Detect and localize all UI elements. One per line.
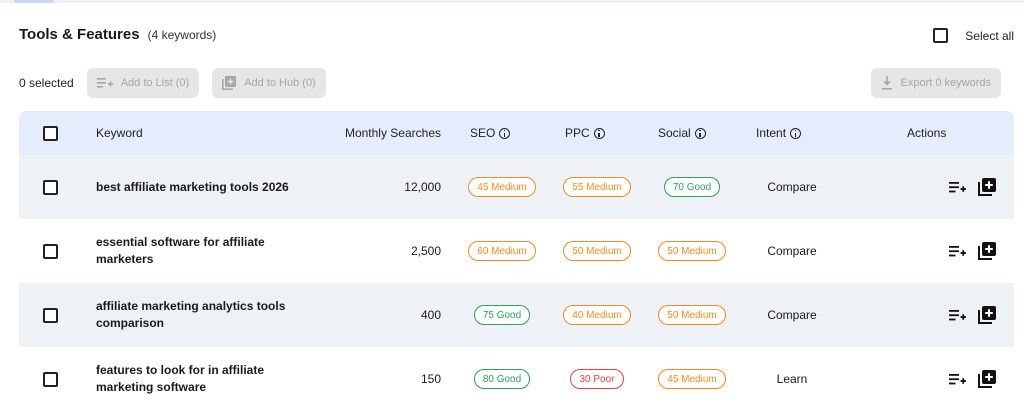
playlist-add-icon[interactable] bbox=[947, 177, 967, 197]
col-ppc-label: PPC bbox=[565, 126, 590, 140]
row-actions bbox=[947, 219, 997, 283]
info-icon[interactable] bbox=[499, 127, 511, 139]
export-label: Export 0 keywords bbox=[900, 77, 991, 89]
section-header: Tools & Features (4 keywords) bbox=[19, 26, 216, 43]
add-to-list-button[interactable]: Add to List (0) bbox=[86, 68, 200, 98]
seo-badge: 75 Good bbox=[473, 305, 531, 325]
keywords-table: Keyword Monthly Searches SEO PPC Social … bbox=[19, 111, 1014, 408]
intent-cell: Learn bbox=[776, 372, 808, 386]
col-ppc[interactable]: PPC bbox=[565, 111, 605, 155]
social-badge: 45 Medium bbox=[658, 369, 726, 389]
playlist-add-icon bbox=[96, 77, 113, 89]
intent-cell: Compare bbox=[767, 244, 817, 258]
header-checkbox-cell bbox=[43, 111, 58, 155]
select-all-checkbox[interactable] bbox=[933, 28, 949, 43]
info-icon[interactable] bbox=[790, 127, 802, 139]
library-add-icon[interactable] bbox=[977, 177, 997, 197]
seo-badge: 80 Good bbox=[473, 369, 531, 389]
table-row[interactable]: essential software for affiliate markete… bbox=[19, 219, 1014, 283]
seo-badge: 60 Medium bbox=[468, 241, 536, 261]
social-badge: 50 Medium bbox=[658, 305, 726, 325]
info-icon[interactable] bbox=[694, 127, 706, 139]
row-actions bbox=[947, 283, 997, 347]
row-checkbox[interactable] bbox=[43, 371, 58, 387]
section-title: Tools & Features bbox=[19, 26, 140, 43]
bulk-toolbar: 0 selected Add to List (0) Add to Hub (0… bbox=[19, 68, 1014, 98]
social-badge: 70 Good bbox=[663, 177, 721, 197]
add-to-hub-button[interactable]: Add to Hub (0) bbox=[212, 68, 326, 98]
tab-indicator bbox=[14, 0, 54, 3]
seo-badge: 45 Medium bbox=[468, 177, 536, 197]
keyword-cell: affiliate marketing analytics tools comp… bbox=[96, 299, 286, 330]
playlist-add-icon[interactable] bbox=[947, 305, 967, 325]
table-row[interactable]: best affiliate marketing tools 2026 12,0… bbox=[19, 155, 1014, 219]
library-add-icon[interactable] bbox=[977, 305, 997, 325]
selected-count: 0 selected bbox=[19, 76, 74, 90]
col-keyword[interactable]: Keyword bbox=[96, 111, 296, 155]
col-actions: Actions bbox=[907, 126, 947, 140]
library-add-icon[interactable] bbox=[977, 241, 997, 261]
playlist-add-icon[interactable] bbox=[947, 369, 967, 389]
row-checkbox[interactable] bbox=[43, 243, 58, 259]
monthly-searches-cell: 150 bbox=[420, 372, 441, 386]
ppc-badge: 30 Poor bbox=[570, 369, 624, 389]
add-to-list-label: Add to List (0) bbox=[120, 77, 190, 89]
add-to-hub-label: Add to Hub (0) bbox=[244, 77, 316, 89]
info-icon[interactable] bbox=[593, 127, 605, 139]
col-social-label: Social bbox=[658, 126, 691, 140]
col-seo-label: SEO bbox=[470, 126, 496, 140]
col-intent[interactable]: Intent bbox=[756, 111, 802, 155]
ppc-badge: 40 Medium bbox=[563, 305, 631, 325]
library-add-icon bbox=[222, 76, 237, 90]
ppc-badge: 55 Medium bbox=[563, 177, 631, 197]
monthly-searches-cell: 2,500 bbox=[410, 244, 441, 258]
table-header: Keyword Monthly Searches SEO PPC Social … bbox=[19, 111, 1014, 155]
select-all-control[interactable]: Select all bbox=[933, 28, 1014, 43]
row-checkbox[interactable] bbox=[43, 179, 58, 195]
download-icon bbox=[881, 76, 893, 90]
intent-cell: Compare bbox=[767, 180, 817, 194]
top-divider bbox=[0, 0, 1024, 3]
select-all-label[interactable]: Select all bbox=[965, 29, 1014, 43]
intent-cell: Compare bbox=[767, 308, 817, 322]
keyword-cell: best affiliate marketing tools 2026 bbox=[96, 179, 289, 194]
keyword-cell: essential software for affiliate markete… bbox=[96, 235, 265, 266]
col-social[interactable]: Social bbox=[658, 111, 706, 155]
table-row[interactable]: affiliate marketing analytics tools comp… bbox=[19, 283, 1014, 347]
monthly-searches-cell: 12,000 bbox=[404, 180, 441, 194]
library-add-icon[interactable] bbox=[977, 369, 997, 389]
keyword-cell: features to look for in affiliate market… bbox=[96, 363, 265, 394]
table-row[interactable]: features to look for in affiliate market… bbox=[19, 347, 1014, 408]
col-seo[interactable]: SEO bbox=[470, 111, 511, 155]
export-button[interactable]: Export 0 keywords bbox=[870, 68, 1001, 98]
col-intent-label: Intent bbox=[756, 126, 787, 140]
row-checkbox[interactable] bbox=[43, 307, 58, 323]
col-monthly-searches[interactable]: Monthly Searches bbox=[345, 111, 441, 155]
keyword-count: (4 keywords) bbox=[147, 28, 217, 42]
row-actions bbox=[947, 347, 997, 408]
header-checkbox[interactable] bbox=[43, 125, 58, 141]
row-actions bbox=[947, 155, 997, 219]
playlist-add-icon[interactable] bbox=[947, 241, 967, 261]
ppc-badge: 50 Medium bbox=[563, 241, 631, 261]
social-badge: 50 Medium bbox=[658, 241, 726, 261]
monthly-searches-cell: 400 bbox=[420, 308, 441, 322]
